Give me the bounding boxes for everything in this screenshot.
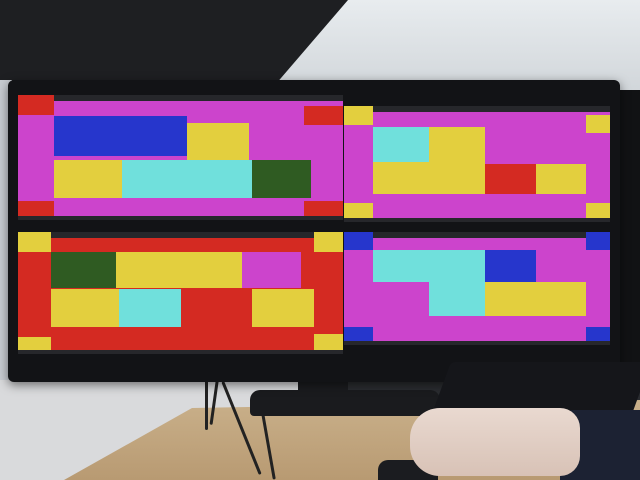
pane-bottom-left bbox=[18, 232, 343, 354]
pane-titlebar bbox=[18, 232, 343, 238]
corner-top-right-block bbox=[586, 115, 610, 133]
green-block bbox=[252, 160, 311, 198]
pane-statusbar bbox=[18, 216, 343, 220]
blue-block bbox=[484, 250, 536, 282]
yellow-block-top bbox=[115, 251, 243, 289]
corner-top-left-block bbox=[18, 232, 51, 252]
corner-top-right-block bbox=[304, 106, 343, 125]
cyan-block-bottom bbox=[429, 281, 485, 316]
yellow-block-right bbox=[252, 289, 314, 328]
photo-scene bbox=[0, 0, 640, 480]
pane-statusbar bbox=[344, 341, 610, 345]
corner-top-right-block bbox=[313, 232, 343, 252]
magenta-block bbox=[242, 251, 301, 289]
monitor bbox=[8, 80, 620, 382]
corner-top-left-block bbox=[344, 232, 374, 251]
yellow-block bbox=[484, 281, 587, 316]
yellow-block-top bbox=[187, 122, 249, 160]
pane-statusbar bbox=[18, 350, 343, 354]
pane-top-right bbox=[344, 106, 610, 222]
monitor-stand-base bbox=[250, 390, 440, 416]
corner-top-left-block bbox=[344, 106, 374, 125]
hand bbox=[410, 408, 580, 476]
pane-statusbar bbox=[344, 218, 610, 222]
pane-titlebar bbox=[344, 106, 610, 112]
yellow-l-block-bottom bbox=[373, 161, 485, 195]
red-block bbox=[484, 164, 536, 195]
cyan-block bbox=[122, 160, 252, 198]
cable bbox=[205, 375, 208, 430]
corner-top-left-block bbox=[18, 95, 54, 115]
pane-titlebar bbox=[18, 95, 343, 101]
pane-bottom-right bbox=[344, 232, 610, 345]
yellow-block-left bbox=[53, 160, 122, 198]
corner-top-right-block bbox=[586, 232, 610, 251]
yellow-block-left bbox=[50, 289, 119, 328]
cyan-block bbox=[118, 289, 181, 328]
cyan-block-top bbox=[373, 250, 485, 282]
pane-titlebar bbox=[344, 232, 610, 238]
yellow-block-right bbox=[535, 164, 587, 195]
blue-block bbox=[53, 116, 187, 157]
green-block bbox=[50, 251, 116, 289]
cyan-block bbox=[373, 126, 430, 162]
pane-top-left bbox=[18, 95, 343, 220]
